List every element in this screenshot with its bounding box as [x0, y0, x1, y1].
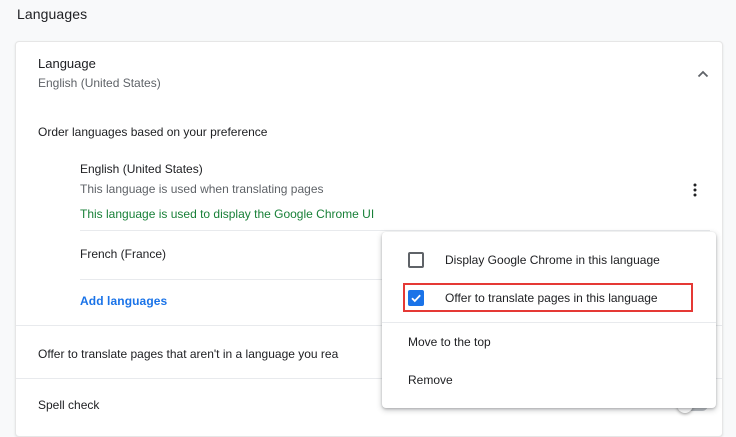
- menu-item-remove[interactable]: Remove: [382, 370, 716, 392]
- checkmark-icon: [411, 294, 421, 303]
- language-header[interactable]: Language English (United States): [38, 56, 161, 90]
- checkbox-unchecked[interactable]: [408, 252, 424, 268]
- menu-item-label: Remove: [408, 373, 453, 387]
- language-name: French (France): [80, 247, 167, 261]
- more-vert-icon: [693, 183, 697, 202]
- chevron-up-icon: [697, 70, 709, 78]
- translate-note: This language is used when translating p…: [80, 182, 324, 196]
- checkbox-checked[interactable]: [408, 290, 424, 306]
- menu-item-move-to-top[interactable]: Move to the top: [382, 332, 716, 354]
- spell-check-label: Spell check: [38, 398, 100, 412]
- language-title: Language: [38, 56, 96, 71]
- language-context-menu: Display Google Chrome in this language O…: [382, 232, 716, 408]
- offer-translate-label: Offer to translate pages that aren't in …: [38, 347, 339, 361]
- menu-item-offer-translate[interactable]: Offer to translate pages in this languag…: [382, 284, 716, 314]
- more-actions-button[interactable]: [687, 181, 703, 203]
- menu-item-label: Move to the top: [408, 335, 491, 349]
- menu-divider: [382, 322, 716, 323]
- menu-item-label: Offer to translate pages in this languag…: [445, 291, 658, 305]
- current-language: English (United States): [38, 76, 161, 90]
- language-item-english: English (United States) This language is…: [80, 154, 710, 231]
- menu-item-display-chrome[interactable]: Display Google Chrome in this language: [382, 246, 716, 274]
- collapse-button[interactable]: [692, 63, 714, 85]
- order-languages-label: Order languages based on your preference: [38, 125, 268, 139]
- section-title: Languages: [17, 6, 88, 22]
- language-name: English (United States): [80, 162, 203, 176]
- ui-language-note: This language is used to display the Goo…: [80, 207, 375, 221]
- menu-item-label: Display Google Chrome in this language: [445, 253, 660, 267]
- add-languages-link[interactable]: Add languages: [80, 294, 167, 308]
